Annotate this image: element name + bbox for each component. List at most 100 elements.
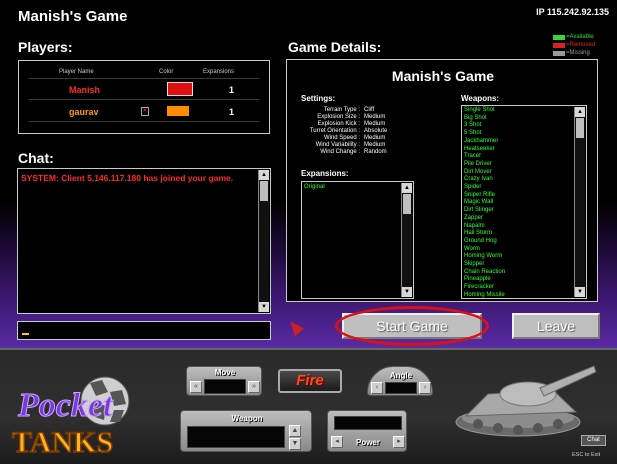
col-player-name: Player Name	[59, 69, 94, 75]
weapon-item[interactable]: 3 Shot	[462, 122, 586, 130]
player-row: Manish 1	[29, 80, 259, 100]
player-color-swatch[interactable]	[167, 82, 193, 96]
weapon-item[interactable]: Chain Reaction	[462, 269, 586, 277]
logo-top-text: Pocket	[17, 387, 114, 424]
power-control: ◂ Power ▸	[327, 410, 407, 452]
leave-button[interactable]: Leave	[512, 313, 600, 339]
player-name: Manish	[69, 85, 101, 95]
weapon-item[interactable]: Napalm	[462, 223, 586, 231]
x-box-icon[interactable]: ✕	[141, 107, 149, 116]
scroll-thumb[interactable]	[576, 118, 584, 138]
expansion-item[interactable]: Original	[302, 184, 413, 192]
weapon-item[interactable]: Pineapple	[462, 276, 586, 284]
weapon-item[interactable]: Hail Storm	[462, 230, 586, 238]
text-cursor	[22, 333, 29, 335]
weapon-item[interactable]: Magic Wall	[462, 199, 586, 207]
setting-label: Explosion Size :	[317, 114, 360, 120]
chat-scrollbar[interactable]: ▲ ▼	[258, 170, 269, 312]
weapon-item[interactable]: Heatseeker	[462, 146, 586, 154]
tank-icon	[455, 365, 597, 437]
weapon-item[interactable]: 5 Shot	[462, 130, 586, 138]
setting-label: Terrain Type :	[323, 107, 360, 113]
angle-label: Angle	[389, 371, 413, 380]
lobby-screen: Manish's Game IP 115.242.92.135 =Availab…	[0, 0, 617, 348]
expansions-list[interactable]: Original ▲ ▼	[301, 181, 414, 299]
player-row: gaurav ✕ 1	[29, 102, 259, 122]
scroll-up-arrow-icon[interactable]: ▲	[259, 170, 269, 180]
setting-value: Medium	[364, 114, 386, 120]
setting-value: Cliff	[364, 107, 375, 113]
weapon-item[interactable]: Homing Worm	[462, 253, 586, 261]
weapons-scrollbar[interactable]: ▲ ▼	[574, 107, 585, 297]
scroll-up-arrow-icon[interactable]: ▲	[575, 107, 585, 117]
power-down-icon[interactable]: ◂	[331, 436, 343, 448]
move-left-icon[interactable]: «	[190, 381, 202, 393]
window-title: Manish's Game	[18, 8, 128, 25]
players-panel: Player Name Color Expansions Manish 1 ga…	[18, 60, 270, 134]
scroll-down-arrow-icon[interactable]: ▼	[575, 287, 585, 297]
esc-hint: ESC to Exit	[572, 452, 601, 458]
setting-value: Random	[364, 149, 387, 155]
legend-label: =Available	[566, 34, 594, 40]
weapon-item[interactable]: Skipper	[462, 261, 586, 269]
weapons-list[interactable]: Single Shot Big Shot 3 Shot 5 Shot Jackhamme…	[461, 105, 587, 299]
angle-display	[385, 382, 417, 394]
control-bar: Pocket TANKS Move « » Fire Angle ‹ › Wea…	[0, 348, 617, 464]
scroll-thumb[interactable]	[403, 194, 411, 214]
weapon-item[interactable]: Zapper	[462, 215, 586, 223]
setting-label: Wind Change :	[320, 149, 360, 155]
chat-button[interactable]: Chat	[581, 435, 606, 446]
weapon-item[interactable]: Single Shot	[462, 107, 586, 115]
settings-heading: Settings:	[301, 94, 336, 103]
legend-label: =Removed	[566, 42, 596, 48]
player-expansions: 1	[229, 85, 235, 95]
legend-label: =Missing	[566, 50, 590, 56]
weapon-label: Weapon	[231, 414, 263, 423]
chat-message: SYSTEM: Client 5.146.117.180 has joined …	[21, 173, 234, 183]
pocket-tanks-logo: Pocket TANKS	[11, 376, 130, 460]
scroll-down-arrow-icon[interactable]: ▼	[402, 287, 412, 297]
player-name: gaurav	[69, 107, 99, 117]
weapon-item[interactable]: Jackhammer	[462, 138, 586, 146]
weapon-item[interactable]: Sniper Rifle	[462, 192, 586, 200]
highlight-ring	[335, 306, 489, 346]
weapon-item[interactable]: Dirt Slinger	[462, 207, 586, 215]
legend-missing: =Missing	[553, 49, 599, 57]
status-legend: =Available =Removed =Missing	[553, 33, 599, 57]
player-color-swatch	[167, 106, 189, 116]
scroll-up-arrow-icon[interactable]: ▲	[402, 183, 412, 193]
col-expansions: Expansions	[203, 69, 235, 75]
legend-swatch	[553, 50, 565, 56]
weapon-item[interactable]: Spider	[462, 184, 586, 192]
weapon-item[interactable]: Firecracker	[462, 284, 586, 292]
legend-removed: =Removed	[553, 41, 599, 49]
weapon-item[interactable]: Ground Hog	[462, 238, 586, 246]
header-divider	[29, 78, 259, 79]
weapon-item[interactable]: Dirt Mover	[462, 169, 586, 177]
chat-heading: Chat:	[18, 150, 54, 166]
weapon-item[interactable]: Worm	[462, 246, 586, 254]
expansions-scrollbar[interactable]: ▲ ▼	[401, 183, 412, 297]
weapon-up-icon[interactable]: ▲	[289, 425, 301, 437]
expansions-heading: Expansions:	[301, 169, 349, 178]
chat-input[interactable]	[17, 321, 271, 340]
game-details-heading: Game Details:	[288, 39, 382, 55]
weapon-item[interactable]: Homing Missile	[462, 292, 586, 298]
angle-right-icon[interactable]: ›	[419, 382, 431, 394]
weapons-heading: Weapons:	[461, 94, 500, 103]
weapon-down-icon[interactable]: ▼	[289, 438, 301, 450]
weapon-item[interactable]: Big Shot	[462, 115, 586, 123]
angle-left-icon[interactable]: ‹	[371, 382, 383, 394]
power-up-icon[interactable]: ▸	[393, 436, 405, 448]
move-right-icon[interactable]: »	[248, 381, 260, 393]
weapon-item[interactable]: Pile Driver	[462, 161, 586, 169]
game-details-panel: Manish's Game Settings: Terrain Type : Cl…	[286, 59, 598, 302]
weapon-item[interactable]: Crazy Ivan	[462, 176, 586, 184]
player-expansions: 1	[229, 107, 235, 117]
scroll-thumb[interactable]	[260, 181, 268, 201]
scroll-down-arrow-icon[interactable]: ▼	[259, 302, 269, 312]
power-meter	[334, 416, 402, 430]
fire-button[interactable]: Fire	[278, 369, 342, 393]
players-heading: Players:	[18, 39, 73, 55]
weapon-item[interactable]: Tracer	[462, 153, 586, 161]
